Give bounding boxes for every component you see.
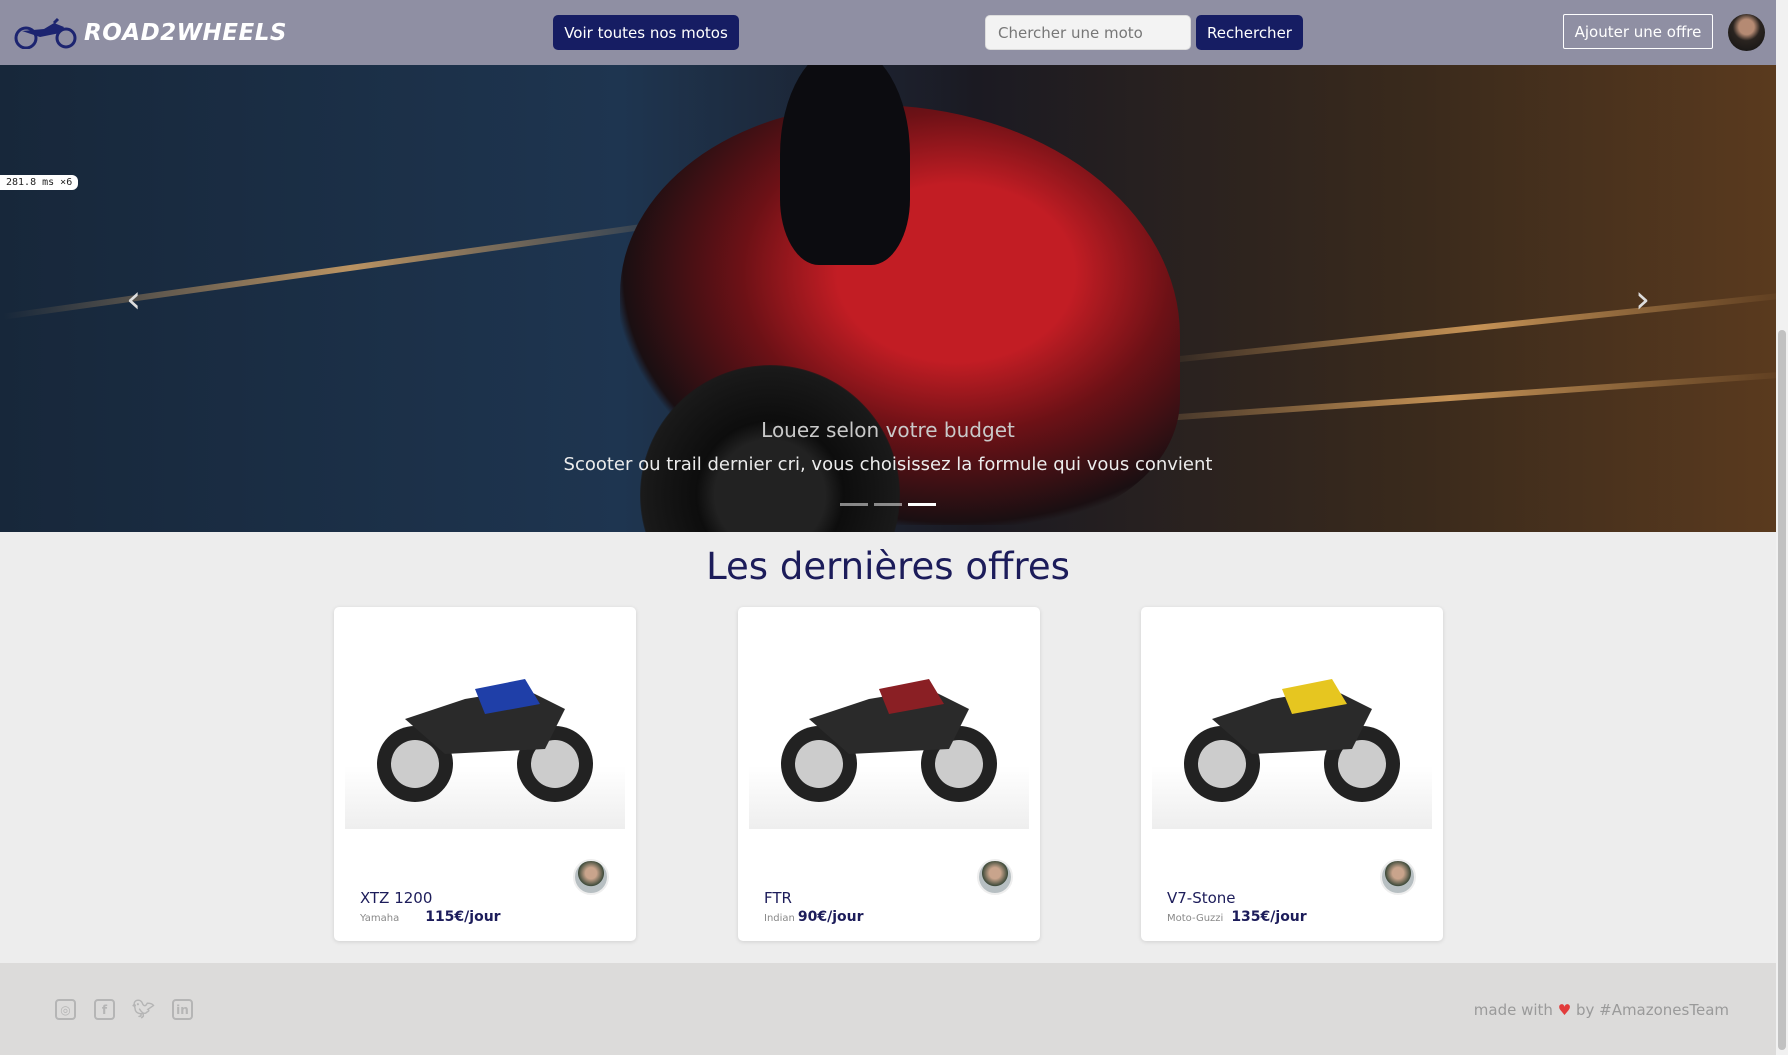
offer-brand: Indian: [764, 913, 795, 924]
brand-name: ROAD2WHEELS: [84, 20, 287, 46]
owner-avatar[interactable]: [573, 859, 609, 895]
section-title: Les dernières offres: [706, 545, 1070, 588]
page: ROAD2WHEELS Voir toutes nos motos Recher…: [0, 0, 1776, 1055]
offer-brand: Moto-Guzzi: [1167, 913, 1224, 924]
offer-card[interactable]: XTZ 1200 Yamaha 115€/jour: [334, 607, 636, 941]
light-streak: [1151, 291, 1776, 365]
motorcycle-image: [345, 619, 625, 829]
footer: ◎ f 🐦︎ in made with ♥ by #AmazonesTeam: [0, 963, 1776, 1055]
user-avatar[interactable]: [1728, 14, 1765, 51]
carousel-indicator[interactable]: [840, 503, 868, 506]
owner-avatar[interactable]: [977, 859, 1013, 895]
all-motos-button[interactable]: Voir toutes nos motos: [553, 15, 739, 50]
instagram-icon[interactable]: ◎: [55, 999, 76, 1020]
carousel-caption-subtitle: Scooter ou trail dernier cri, vous chois…: [563, 454, 1213, 475]
logo[interactable]: ROAD2WHEELS: [14, 17, 287, 49]
offer-name[interactable]: XTZ 1200: [360, 889, 432, 907]
offer-price: 135€/jour: [1231, 909, 1307, 925]
navbar: ROAD2WHEELS Voir toutes nos motos Recher…: [0, 0, 1776, 65]
carousel-indicators: [840, 503, 936, 506]
offer-price: 90€/jour: [797, 909, 864, 925]
motorcycle-icon: [377, 679, 593, 802]
motorcycle-image: [1152, 619, 1432, 829]
offer-name[interactable]: V7-Stone: [1167, 889, 1236, 907]
twitter-icon[interactable]: 🐦︎: [132, 999, 155, 1020]
offer-card[interactable]: V7-Stone Moto-Guzzi 135€/jour: [1141, 607, 1443, 941]
carousel-caption-title: Louez selon votre budget: [761, 418, 1015, 442]
offer-name[interactable]: FTR: [764, 889, 792, 907]
offer-brand: Yamaha: [360, 913, 400, 924]
owner-avatar[interactable]: [1380, 859, 1416, 895]
motorcycle-icon: [1184, 679, 1400, 802]
carousel-prev-icon[interactable]: ‹: [126, 280, 141, 318]
offer-card[interactable]: FTR Indian 90€/jour: [738, 607, 1040, 941]
facebook-icon[interactable]: f: [94, 999, 115, 1020]
hero-carousel: ‹ › Louez selon votre budget Scooter ou …: [0, 65, 1776, 532]
motorcycle-icon: [781, 679, 997, 802]
scrollbar[interactable]: [1776, 0, 1788, 1055]
motorcycle-logo-icon: [14, 17, 77, 49]
team-credit: by #AmazonesTeam: [1575, 1001, 1729, 1019]
made-with-text: made with: [1473, 1001, 1553, 1019]
scrollbar-thumb[interactable]: [1778, 330, 1786, 1050]
search-button[interactable]: Rechercher: [1196, 15, 1303, 50]
perf-overlay: 281.8 ms ×6: [0, 175, 79, 190]
linkedin-icon[interactable]: in: [172, 999, 193, 1020]
social-links: ◎ f 🐦︎ in: [55, 999, 193, 1020]
carousel-indicator[interactable]: [874, 503, 902, 506]
offer-price: 115€/jour: [425, 909, 501, 925]
light-streak: [2, 216, 698, 320]
footer-credit: made with ♥ by #AmazonesTeam: [1474, 1001, 1729, 1019]
carousel-next-icon[interactable]: ›: [1635, 280, 1650, 318]
motorcycle-image: [749, 619, 1029, 829]
heart-icon: ♥: [1557, 1001, 1572, 1019]
search-input[interactable]: [985, 15, 1191, 50]
carousel-indicator-active[interactable]: [908, 503, 936, 506]
hero-rider: [780, 65, 910, 265]
add-offer-button[interactable]: Ajouter une offre: [1563, 14, 1713, 49]
